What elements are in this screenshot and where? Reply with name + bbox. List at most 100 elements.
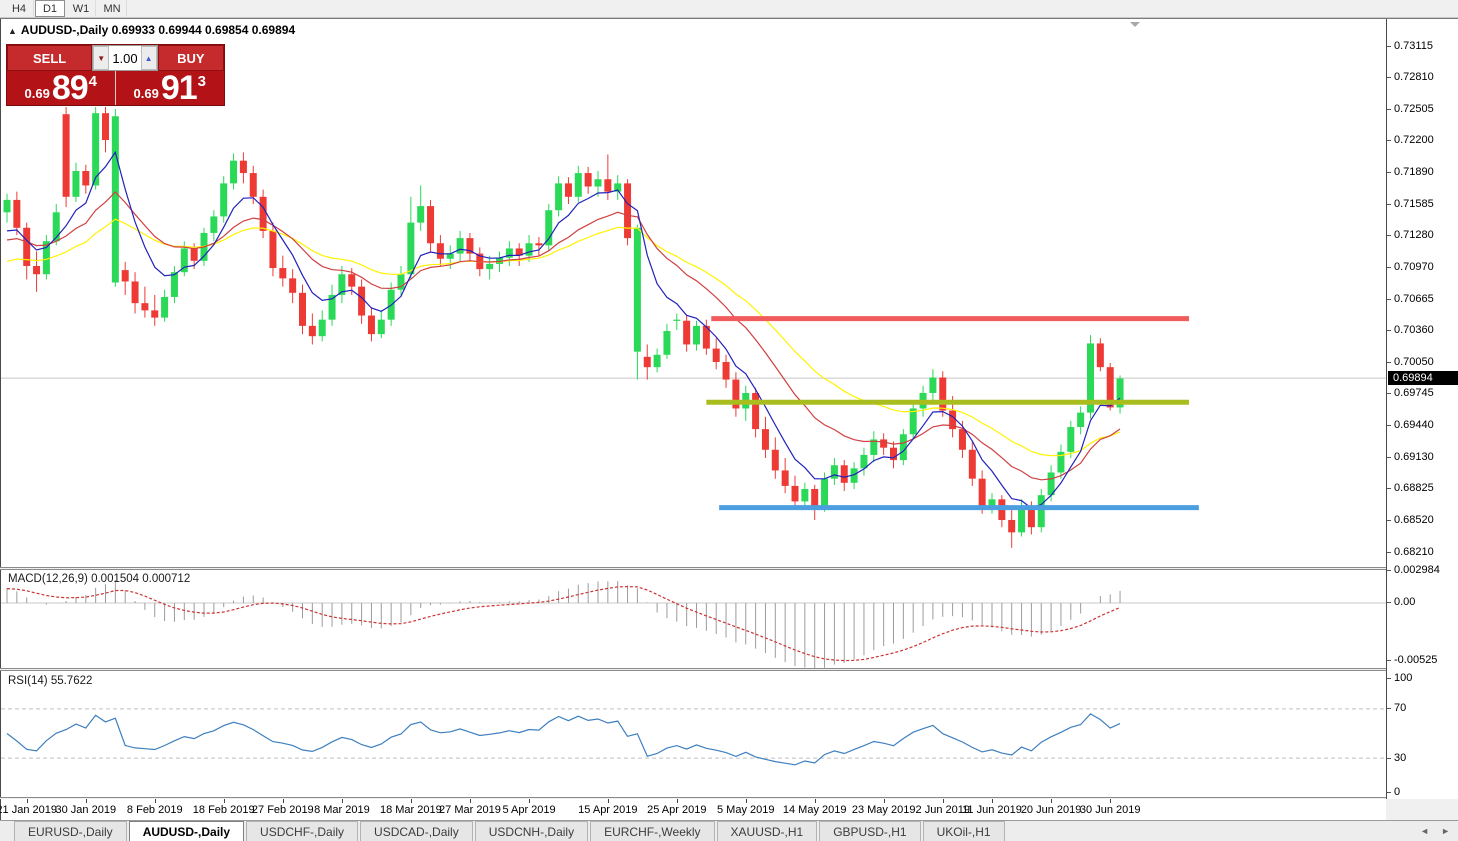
price-axis-label: 0.72810 xyxy=(1394,71,1434,83)
buy-price-button[interactable]: 0.69 91 3 xyxy=(116,71,225,105)
volume-decrease-icon[interactable]: ▼ xyxy=(93,46,109,70)
date-label: 23 May 2019 xyxy=(852,804,916,816)
date-tick xyxy=(746,799,747,803)
date-label: 15 Apr 2019 xyxy=(578,804,637,816)
macd-indicator-pane[interactable] xyxy=(0,570,1386,668)
chart-tabbar: EURUSD-,DailyAUDUSD-,DailyUSDCHF-,DailyU… xyxy=(0,820,1458,841)
rsi-chart[interactable] xyxy=(1,671,1386,797)
candle-body xyxy=(1077,413,1084,427)
candle-body xyxy=(43,241,50,274)
candle-body xyxy=(792,486,799,501)
volume-input[interactable]: 1.00 xyxy=(109,46,140,70)
tab-ukoil-h1[interactable]: UKOil-,H1 xyxy=(923,821,1005,841)
macd-chart[interactable] xyxy=(1,570,1386,668)
candle-body xyxy=(33,266,40,274)
candle-body xyxy=(565,183,572,196)
candle-body xyxy=(634,228,641,352)
candle-body xyxy=(122,270,129,281)
sell-button[interactable]: SELL xyxy=(7,45,92,71)
volume-increase-icon[interactable]: ▲ xyxy=(141,46,157,70)
candle-body xyxy=(299,293,306,326)
candle-body xyxy=(772,450,779,471)
tab-usdcnh-daily[interactable]: USDCNH-,Daily xyxy=(475,821,588,841)
buy-price-sup: 3 xyxy=(198,73,206,90)
candle-body xyxy=(880,439,887,447)
date-tick xyxy=(884,799,885,803)
tab-usdcad-daily[interactable]: USDCAD-,Daily xyxy=(360,821,473,841)
macd-axis-label: -0.00525 xyxy=(1394,654,1437,666)
rsi-axis-label: 0 xyxy=(1394,786,1400,798)
sell-price-sup: 4 xyxy=(89,73,97,90)
sell-price-button[interactable]: 0.69 89 4 xyxy=(7,71,116,105)
trade-panel-top-row: SELL ▼ 1.00 ▲ BUY xyxy=(7,45,224,71)
price-axis-label-tick xyxy=(1387,204,1391,205)
candle-body xyxy=(979,479,986,507)
candle-body xyxy=(545,210,552,245)
price-axis-label: 0.72505 xyxy=(1394,103,1434,115)
macd-axis-label-tick xyxy=(1387,602,1391,603)
date-label: 30 Jan 2019 xyxy=(56,804,117,816)
buy-button[interactable]: BUY xyxy=(158,45,224,71)
one-click-trade-panel: SELL ▼ 1.00 ▲ BUY 0.69 89 4 0.69 91 3 xyxy=(6,44,225,106)
price-axis-label-tick xyxy=(1387,488,1391,489)
candle-body xyxy=(713,349,720,362)
tab-gbpusd-h1[interactable]: GBPUSD-,H1 xyxy=(819,821,920,841)
price-axis[interactable]: 0.69894 0.731150.728100.725050.722000.71… xyxy=(1386,19,1458,799)
price-axis-label-tick xyxy=(1387,362,1391,363)
date-label: 14 May 2019 xyxy=(783,804,847,816)
tab-audusd-daily[interactable]: AUDUSD-,Daily xyxy=(129,821,244,841)
candle-body xyxy=(417,206,424,223)
date-label: 18 Feb 2019 xyxy=(193,804,255,816)
price-axis-label-tick xyxy=(1387,172,1391,173)
candle-body xyxy=(526,243,533,255)
tab-xauusd-h1[interactable]: XAUUSD-,H1 xyxy=(717,821,818,841)
candle-body xyxy=(585,173,592,186)
candle-body xyxy=(161,297,168,318)
price-axis-label: 0.71890 xyxy=(1394,166,1434,178)
candle-body xyxy=(457,238,464,253)
date-tick xyxy=(992,799,993,803)
date-tick xyxy=(27,799,28,803)
candle-body xyxy=(171,272,178,297)
candle-body xyxy=(663,331,670,355)
date-axis[interactable]: 21 Jan 201930 Jan 20198 Feb 201918 Feb 2… xyxy=(0,799,1386,820)
tab-usdchf-daily[interactable]: USDCHF-,Daily xyxy=(246,821,358,841)
candle-body xyxy=(250,173,257,197)
candle-body xyxy=(368,316,375,335)
timeframe-button-h4[interactable]: H4 xyxy=(4,0,34,17)
timeframe-button-w1[interactable]: W1 xyxy=(66,0,96,17)
date-label: 11 Jun 2019 xyxy=(962,804,1022,816)
rsi-axis-label: 70 xyxy=(1394,702,1406,714)
price-axis-label-tick xyxy=(1387,457,1391,458)
rsi-axis-label-tick xyxy=(1387,678,1391,679)
chart-shift-marker-icon[interactable] xyxy=(1130,22,1140,27)
timeframe-button-mn[interactable]: MN xyxy=(97,0,127,17)
date-label: 8 Feb 2019 xyxy=(127,804,183,816)
price-axis-label-tick xyxy=(1387,552,1391,553)
tab-scroll-right-icon[interactable]: ► xyxy=(1441,826,1450,836)
price-axis-label: 0.69745 xyxy=(1394,387,1434,399)
candle-body xyxy=(72,171,79,197)
date-tick xyxy=(529,799,530,803)
price-axis-label-tick xyxy=(1387,425,1391,426)
tab-scroll-left-icon[interactable]: ◄ xyxy=(1420,826,1429,836)
candle-body xyxy=(210,216,217,233)
timeframe-button-d1[interactable]: D1 xyxy=(35,0,65,17)
candle-body xyxy=(811,489,818,507)
trading-platform-window: H4D1W1MN ▲AUDUSD-,Daily 0.69933 0.69944 … xyxy=(0,0,1458,841)
candle-body xyxy=(1038,495,1045,527)
candle-body xyxy=(673,320,680,321)
candle-body xyxy=(437,243,444,258)
tab-eurusd-daily[interactable]: EURUSD-,Daily xyxy=(14,821,127,841)
tab-scroll-arrows: ◄ ► xyxy=(1420,821,1450,841)
candle-body xyxy=(969,450,976,479)
tab-eurchf-weekly[interactable]: EURCHF-,Weekly xyxy=(590,821,714,841)
candle-body xyxy=(1008,520,1015,532)
candle-body xyxy=(595,179,602,186)
macd-axis-label: 0.002984 xyxy=(1394,564,1440,576)
rsi-indicator-pane[interactable] xyxy=(0,671,1386,797)
candle-body xyxy=(4,200,11,212)
date-tick xyxy=(470,799,471,803)
candle-body xyxy=(604,179,611,191)
date-label: 30 Jun 2019 xyxy=(1080,804,1141,816)
